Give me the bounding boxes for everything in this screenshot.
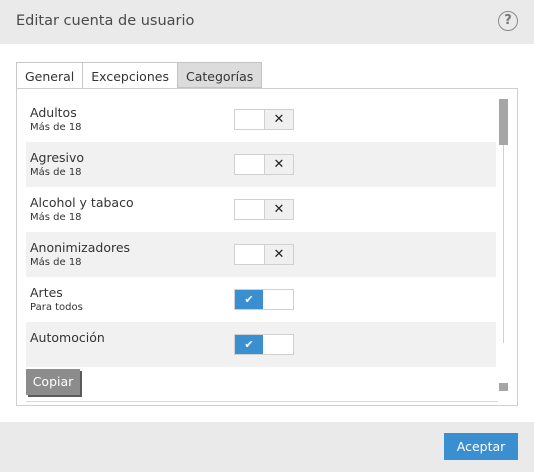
scrollbar-track [503, 145, 504, 343]
dialog-footer: Aceptar [0, 422, 534, 472]
category-rating: Más de 18 [30, 122, 82, 133]
categories-list[interactable]: Adultos Más de 18 ✕ Agresivo Más de 18 ✕… [26, 97, 496, 393]
checkmark-icon: ✔ [235, 290, 263, 309]
category-name: Automoción [30, 330, 105, 345]
help-icon[interactable]: ? [498, 11, 518, 31]
category-rating: Para todos [30, 302, 83, 313]
copy-button[interactable]: Copiar [26, 369, 80, 395]
accept-button[interactable]: Aceptar [444, 433, 518, 460]
close-icon: ✕ [264, 155, 293, 174]
close-icon: ✕ [264, 110, 293, 129]
category-toggle[interactable]: ✕ [234, 154, 294, 175]
category-rating: Más de 18 [30, 167, 82, 178]
scrollbar-thumb[interactable] [499, 99, 508, 145]
scrollbar-end[interactable] [499, 383, 508, 391]
tab-excepciones[interactable]: Excepciones [82, 62, 177, 88]
category-row-alcohol-y-tabaco: Alcohol y tabaco Más de 18 ✕ [26, 187, 496, 232]
category-name: Agresivo [30, 150, 85, 165]
category-row-automocion: Automoción ✔ [26, 322, 496, 367]
category-toggle[interactable]: ✕ [234, 199, 294, 220]
category-rating: Más de 18 [30, 257, 82, 268]
category-row-artes: Artes Para todos ✔ [26, 277, 496, 322]
category-name: Anonimizadores [30, 240, 131, 255]
category-row-anonimizadores: Anonimizadores Más de 18 ✕ [26, 232, 496, 277]
category-rating: Más de 18 [30, 212, 82, 223]
list-scrollbar[interactable] [497, 97, 509, 393]
category-row-adultos: Adultos Más de 18 ✕ [26, 97, 496, 142]
divider [26, 401, 498, 402]
category-toggle[interactable]: ✕ [234, 109, 294, 130]
tab-categorias[interactable]: Categorías [176, 62, 263, 88]
dialog-content: General Excepciones Categorías Adultos M… [0, 44, 534, 422]
category-row-agresivo: Agresivo Más de 18 ✕ [26, 142, 496, 187]
category-name: Adultos [30, 105, 77, 120]
checkmark-icon: ✔ [235, 335, 263, 354]
category-toggle[interactable]: ✔ [234, 334, 294, 355]
close-icon: ✕ [264, 200, 293, 219]
dialog-title: Editar cuenta de usuario [16, 13, 195, 29]
category-toggle[interactable]: ✔ [234, 289, 294, 310]
categories-panel: Adultos Más de 18 ✕ Agresivo Más de 18 ✕… [16, 88, 518, 406]
category-name: Alcohol y tabaco [30, 195, 134, 210]
tab-bar: General Excepciones Categorías [16, 62, 263, 88]
tab-general[interactable]: General [16, 62, 83, 88]
title-bar: Editar cuenta de usuario ? [0, 0, 534, 44]
category-toggle[interactable]: ✕ [234, 244, 294, 265]
close-icon: ✕ [264, 245, 293, 264]
category-name: Artes [30, 285, 63, 300]
